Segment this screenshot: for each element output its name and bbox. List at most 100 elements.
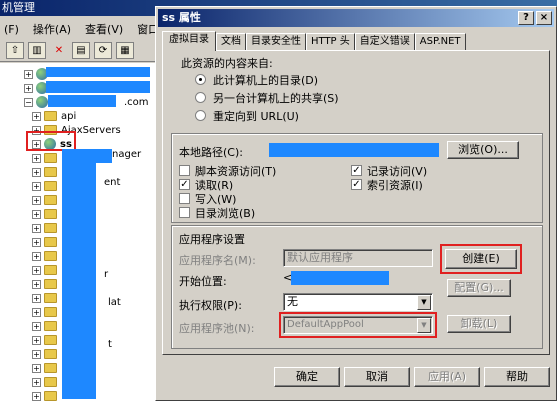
radio-redirect-url[interactable] <box>195 110 206 121</box>
expand-icon[interactable]: + <box>32 349 41 359</box>
tree-node-api[interactable]: + api <box>32 109 76 123</box>
tree-folder[interactable]: + <box>32 221 61 235</box>
expand-icon[interactable]: + <box>32 195 41 205</box>
local-path-redacted <box>269 143 439 157</box>
refresh-icon[interactable]: ⟳ <box>94 42 112 59</box>
expand-icon[interactable]: + <box>32 363 41 373</box>
menu-file[interactable]: (F) <box>4 23 19 36</box>
tree-folder[interactable]: + <box>32 263 61 277</box>
dialog-title: ss 属性 <box>162 11 201 24</box>
expand-icon[interactable]: + <box>32 209 41 219</box>
tree-label-partial: nager <box>112 149 142 160</box>
expand-icon[interactable]: + <box>32 265 41 275</box>
tree-label-partial: lat <box>108 297 121 308</box>
tree-folder[interactable]: + <box>32 207 61 221</box>
tab-http-headers[interactable]: HTTP 头 <box>306 33 355 51</box>
tree-folder[interactable]: + <box>32 347 61 361</box>
expand-icon[interactable]: + <box>32 293 41 303</box>
expand-icon[interactable]: + <box>32 153 41 163</box>
show-tree-icon[interactable]: ▥ <box>28 42 46 59</box>
apply-button[interactable]: 应用(A) <box>414 367 480 387</box>
chevron-down-icon[interactable]: ▼ <box>417 295 431 310</box>
checkbox-write[interactable] <box>179 193 190 204</box>
expand-icon[interactable]: + <box>32 335 41 345</box>
local-path-label: 本地路径(C): <box>179 146 243 159</box>
tree-folder[interactable]: + <box>32 291 61 305</box>
redacted-block <box>84 149 112 163</box>
tree-folder[interactable]: + <box>32 249 61 263</box>
tree-folder[interactable]: + <box>32 389 61 401</box>
properties-dialog: ss 属性 ? × 虚拟目录 文档 目录安全性 HTTP 头 自定义错误 ASP… <box>155 6 557 401</box>
expand-icon[interactable]: + <box>32 223 41 233</box>
tree-folder[interactable]: + <box>32 305 61 319</box>
tab-directory-security[interactable]: 目录安全性 <box>246 33 306 51</box>
expand-icon[interactable]: + <box>32 321 41 331</box>
expand-icon[interactable]: + <box>32 251 41 261</box>
radio-local-directory[interactable] <box>195 74 206 85</box>
unload-button[interactable]: 卸载(L) <box>447 315 511 333</box>
expand-icon[interactable]: + <box>32 307 41 317</box>
expand-icon[interactable]: + <box>24 69 33 79</box>
redacted-block <box>46 81 150 93</box>
expand-icon[interactable]: + <box>32 391 41 401</box>
export-icon[interactable]: ▦ <box>116 42 134 59</box>
highlight-box <box>279 312 437 338</box>
checkbox-directory-browsing[interactable] <box>179 207 190 218</box>
help-footer-button[interactable]: 帮助 <box>484 367 550 387</box>
ok-button[interactable]: 确定 <box>274 367 340 387</box>
menu-view[interactable]: 查看(V) <box>85 21 123 37</box>
tab-aspnet[interactable]: ASP.NET <box>414 33 466 51</box>
tree-folder[interactable]: + <box>32 375 61 389</box>
expand-icon[interactable]: + <box>32 377 41 387</box>
tree-folder[interactable]: + <box>32 165 61 179</box>
tab-documents[interactable]: 文档 <box>216 33 246 51</box>
checkbox-read[interactable]: ✓ <box>179 179 190 190</box>
checkbox-log-visits[interactable]: ✓ <box>351 165 362 176</box>
help-button[interactable]: ? <box>518 11 534 25</box>
radio-redirect-url-label[interactable]: 重定向到 URL(U) <box>213 108 299 124</box>
folder-icon <box>44 377 57 387</box>
app-name-field[interactable]: 默认应用程序 <box>283 249 433 267</box>
tree-folder[interactable]: + <box>32 235 61 249</box>
expand-icon[interactable]: + <box>32 167 41 177</box>
tree-folder[interactable]: + <box>32 151 61 165</box>
radio-local-directory-label[interactable]: 此计算机上的目录(D) <box>213 72 318 88</box>
radio-network-share-label[interactable]: 另一台计算机上的共享(S) <box>213 90 339 106</box>
expand-icon[interactable]: + <box>32 181 41 191</box>
delete-icon[interactable]: ✕ <box>50 42 68 59</box>
tree-folder[interactable]: + <box>32 193 61 207</box>
tree-folder[interactable]: + <box>32 179 61 193</box>
expand-icon[interactable]: + <box>24 83 33 93</box>
redacted-block <box>62 149 96 399</box>
expand-icon[interactable]: + <box>32 279 41 289</box>
tab-virtual-directory[interactable]: 虚拟目录 <box>162 31 216 51</box>
tree-folder[interactable]: + <box>32 333 61 347</box>
close-button[interactable]: × <box>536 11 552 25</box>
checkbox-directory-browsing-label[interactable]: 目录浏览(B) <box>195 205 255 221</box>
properties-icon[interactable]: ▤ <box>72 42 90 59</box>
radio-network-share[interactable] <box>195 92 206 103</box>
folder-icon <box>44 335 57 345</box>
expand-icon[interactable]: + <box>32 111 41 121</box>
folder-icon <box>44 195 57 205</box>
checkbox-script-source-access[interactable] <box>179 165 190 176</box>
configure-button[interactable]: 配置(G)... <box>447 279 511 297</box>
checkbox-index-resource[interactable]: ✓ <box>351 179 362 190</box>
tab-custom-errors[interactable]: 自定义错误 <box>354 33 415 51</box>
exec-perm-select[interactable]: 无 ▼ <box>283 293 433 311</box>
expand-icon[interactable]: + <box>32 237 41 247</box>
menu-action[interactable]: 操作(A) <box>33 21 71 37</box>
app-settings-title: 应用程序设置 <box>179 233 245 246</box>
tree-folder[interactable]: + <box>32 361 61 375</box>
cancel-button[interactable]: 取消 <box>344 367 410 387</box>
app-pool-label: 应用程序池(N): <box>179 322 255 335</box>
browse-button[interactable]: 浏览(O)... <box>447 141 519 159</box>
globe-icon <box>36 96 48 108</box>
checkbox-index-resource-label[interactable]: 索引资源(I) <box>367 177 423 193</box>
tree-label-partial: r <box>104 269 109 280</box>
up-folder-icon[interactable]: ⇧ <box>6 42 24 59</box>
tree-folder[interactable]: + <box>32 277 61 291</box>
tree-folder[interactable]: + <box>32 319 61 333</box>
app-name-label: 应用程序名(M): <box>179 254 256 267</box>
collapse-icon[interactable]: − <box>24 97 33 107</box>
